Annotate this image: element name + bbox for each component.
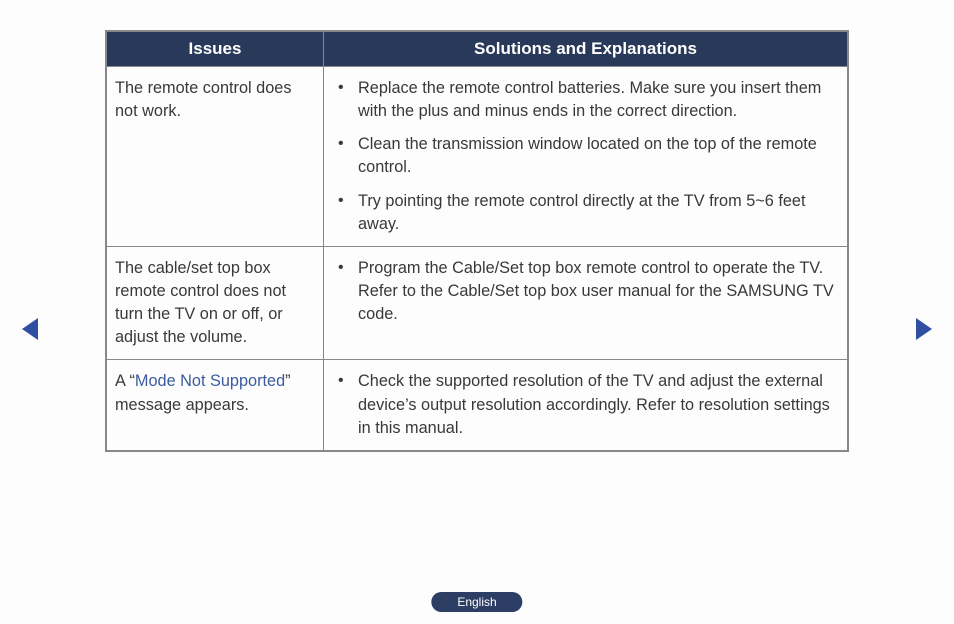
- language-badge: English: [431, 592, 522, 612]
- table-row: The remote control does not work. Replac…: [107, 67, 848, 247]
- troubleshooting-table: Issues Solutions and Explanations The re…: [105, 30, 849, 452]
- issue-cell: The cable/set top box remote control doe…: [107, 246, 324, 360]
- solution-bullet: Program the Cable/Set top box remote con…: [330, 257, 839, 326]
- table-row: A “Mode Not Supported” message appears. …: [107, 360, 848, 450]
- solution-bullet: Clean the transmission window located on…: [330, 133, 839, 179]
- issue-text-colored: Mode Not Supported: [135, 372, 285, 390]
- manual-page: Issues Solutions and Explanations The re…: [0, 0, 954, 624]
- header-solutions: Solutions and Explanations: [324, 32, 848, 67]
- table-header-row: Issues Solutions and Explanations: [107, 32, 848, 67]
- solution-cell: Replace the remote control batteries. Ma…: [324, 67, 848, 247]
- prev-page-arrow[interactable]: [22, 318, 38, 340]
- solution-bullet: Check the supported resolution of the TV…: [330, 370, 839, 439]
- next-page-arrow[interactable]: [916, 318, 932, 340]
- solution-bullet: Replace the remote control batteries. Ma…: [330, 77, 839, 123]
- issue-cell: A “Mode Not Supported” message appears.: [107, 360, 324, 450]
- table-row: The cable/set top box remote control doe…: [107, 246, 848, 360]
- solution-cell: Check the supported resolution of the TV…: [324, 360, 848, 450]
- solution-cell: Program the Cable/Set top box remote con…: [324, 246, 848, 360]
- issue-cell: The remote control does not work.: [107, 67, 324, 247]
- header-issues: Issues: [107, 32, 324, 67]
- solution-bullet: Try pointing the remote control directly…: [330, 190, 839, 236]
- issue-text-pre: A “: [115, 372, 135, 390]
